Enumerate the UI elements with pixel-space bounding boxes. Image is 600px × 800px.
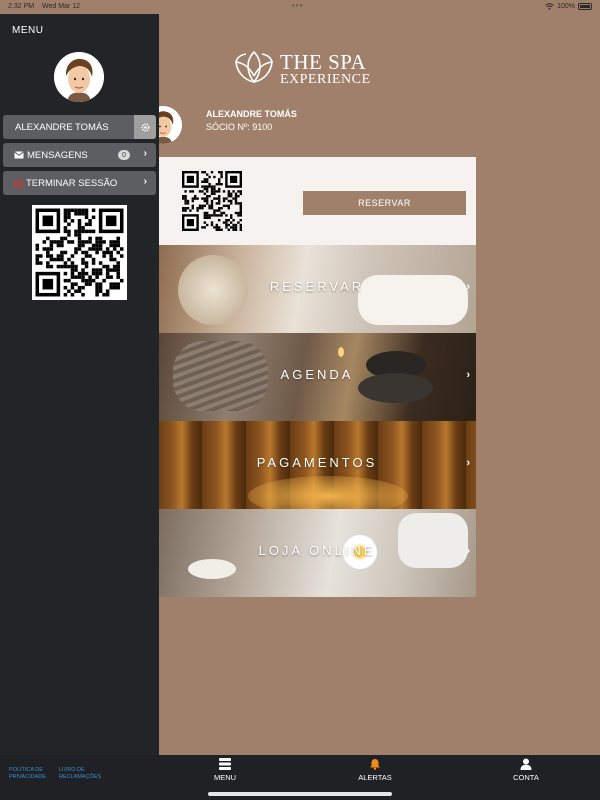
home-indicator[interactable] (208, 792, 392, 796)
status-time: 2:32 PM (8, 3, 35, 10)
tab-account[interactable]: CONTA (486, 758, 566, 788)
status-bar: 2:32 PM Wed Mar 12 ••• 100% (0, 0, 600, 14)
status-indicators: 100% (545, 3, 592, 10)
member-number: SÓCIO Nº: 9100 (206, 122, 273, 132)
user-icon (520, 758, 532, 770)
logout-label: TERMINAR SESSÃO (26, 177, 118, 189)
chevron-right-icon: › (466, 369, 470, 381)
envelope-icon (14, 151, 24, 159)
tile-agenda[interactable]: AGENDA › (158, 333, 476, 421)
avatar-icon (54, 52, 104, 102)
qr-code-icon (182, 171, 242, 231)
chevron-right-icon: › (143, 148, 147, 159)
tile-online-shop-label: LOJA ONLINE (258, 543, 376, 558)
messages-label: MENSAGENS (27, 149, 88, 161)
complaints-book-link[interactable]: LIVRO DE RECLAMAÇÕES (59, 767, 109, 781)
tile-reserve[interactable]: RESERVAR › (158, 245, 476, 333)
booking-card: RESERVAR (158, 157, 476, 245)
home-indicator-area (0, 790, 600, 800)
multitasking-dots[interactable]: ••• (292, 1, 303, 10)
towel-image (398, 513, 468, 568)
member-name: ALEXANDRE TOMÁS (206, 109, 297, 119)
tab-menu-label: MENU (213, 773, 237, 782)
tab-alerts[interactable]: ALERTAS (335, 758, 415, 788)
chevron-right-icon: › (143, 176, 147, 187)
battery-icon (578, 3, 592, 10)
menu-title: MENU (12, 25, 44, 36)
bell-icon (370, 759, 380, 770)
logout-button[interactable]: TERMINAR SESSÃO › (3, 171, 156, 195)
menu-stack-icon (219, 758, 231, 770)
settings-button[interactable] (134, 115, 156, 139)
spa-logo: THE SPA EXPERIENCE (232, 46, 382, 92)
member-qr-code (32, 205, 127, 300)
tile-agenda-label: AGENDA (280, 367, 354, 382)
tab-account-label: CONTA (513, 773, 539, 782)
chevron-right-icon: › (466, 545, 470, 557)
lotus-logo-icon (235, 50, 273, 84)
messages-count-badge: 0 (118, 150, 130, 160)
user-profile-button[interactable]: ALEXANDRE TOMÁS (3, 115, 156, 139)
battery-percent: 100% (557, 3, 575, 10)
messages-button[interactable]: MENSAGENS 0 › (3, 143, 156, 167)
chevron-right-icon: › (466, 281, 470, 293)
tile-payments-label: PAGAMENTOS (256, 455, 378, 470)
power-icon (14, 178, 23, 188)
candle-image (188, 559, 236, 579)
side-menu: MENU ALEXANDRE TOMÁS MENSAGENS 0 › TERMI… (0, 14, 159, 755)
candle-flame-image (338, 347, 344, 357)
privacy-policy-link[interactable]: POLÍTICA DE PRIVACIDADE (9, 767, 54, 781)
tile-payments[interactable]: PAGAMENTOS › (158, 421, 476, 509)
tile-online-shop[interactable]: LOJA ONLINE › (158, 509, 476, 597)
chevron-right-icon: › (466, 457, 470, 469)
candle-glow-image (248, 476, 408, 509)
status-date: Wed Mar 12 (42, 3, 80, 10)
wifi-icon (545, 3, 554, 10)
tab-alerts-label: ALERTAS (358, 773, 392, 782)
menu-avatar[interactable] (54, 52, 104, 102)
tile-reserve-label: RESERVAR (269, 279, 365, 294)
reserve-button[interactable]: RESERVAR (303, 191, 466, 215)
user-profile-label: ALEXANDRE TOMÁS (15, 121, 109, 133)
tab-menu[interactable]: MENU (185, 758, 265, 788)
qr-code-icon (35, 208, 124, 297)
brand-tagline: EXPERIENCE (280, 72, 371, 87)
tab-bar: POLÍTICA DE PRIVACIDADE LIVRO DE RECLAMA… (0, 755, 600, 790)
gear-icon (140, 122, 150, 132)
